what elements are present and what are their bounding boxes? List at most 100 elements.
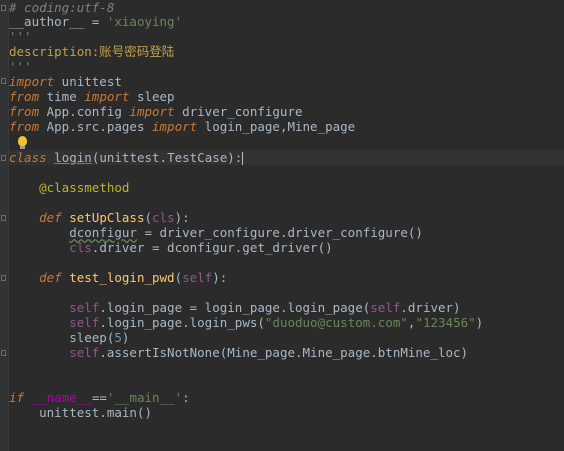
code-token: def bbox=[39, 270, 62, 285]
code-token: self bbox=[69, 345, 100, 360]
code-token: '__main__' bbox=[106, 390, 183, 405]
code-token: 'xiaoying' bbox=[106, 14, 183, 29]
code-token: ): bbox=[174, 210, 190, 225]
code-token: ) bbox=[475, 315, 484, 330]
code-line[interactable]: ''' bbox=[9, 29, 564, 44]
code-line[interactable]: __author__ = 'xiaoying' bbox=[9, 14, 564, 29]
lightbulb-icon[interactable] bbox=[18, 136, 27, 149]
code-token: self bbox=[69, 300, 100, 315]
code-token: cls bbox=[152, 210, 175, 225]
code-token: sleep bbox=[129, 89, 175, 104]
code-line[interactable]: if __name__=='__main__': bbox=[9, 390, 564, 405]
code-line[interactable]: import unittest bbox=[9, 74, 564, 89]
code-token: setUpClass bbox=[69, 210, 145, 225]
code-token: description:账号密码登陆 bbox=[9, 44, 175, 59]
code-line[interactable] bbox=[9, 165, 564, 180]
code-token: == bbox=[91, 390, 107, 405]
code-token: "123456" bbox=[415, 315, 476, 330]
code-token: import bbox=[129, 104, 175, 119]
code-line[interactable] bbox=[9, 285, 564, 300]
fold-marker[interactable] bbox=[1, 155, 6, 161]
text-cursor bbox=[242, 152, 244, 165]
code-token: class bbox=[9, 150, 47, 165]
gutter bbox=[0, 0, 9, 451]
code-line[interactable]: from App.config import driver_configure bbox=[9, 104, 564, 119]
code-line[interactable]: def test_login_pwd(self): bbox=[9, 270, 564, 285]
code-token: ): bbox=[212, 270, 228, 285]
code-line[interactable] bbox=[9, 255, 564, 270]
code-token: time bbox=[39, 89, 85, 104]
code-line[interactable]: description:账号密码登陆 bbox=[9, 44, 564, 59]
code-token: from bbox=[9, 104, 40, 119]
code-line[interactable]: self.login_page.login_pws("duoduo@custom… bbox=[9, 315, 564, 330]
code-token: ) bbox=[121, 330, 130, 345]
code-token: cls bbox=[69, 240, 92, 255]
code-line[interactable]: sleep(5) bbox=[9, 330, 564, 345]
fold-marker[interactable] bbox=[1, 350, 6, 356]
code-token: import bbox=[152, 119, 198, 134]
code-line[interactable] bbox=[9, 195, 564, 210]
code-token: App.config bbox=[39, 104, 130, 119]
code-line[interactable]: from time import sleep bbox=[9, 89, 564, 104]
code-token: unittest.main() bbox=[9, 405, 152, 420]
code-token: driver_configure bbox=[174, 104, 303, 119]
code-line[interactable]: self.login_page = login_page.login_page(… bbox=[9, 300, 564, 315]
code-line[interactable] bbox=[9, 360, 564, 375]
code-token: from bbox=[9, 89, 40, 104]
code-line[interactable]: self.assertIsNotNone(Mine_page.Mine_page… bbox=[9, 345, 564, 360]
code-token: login bbox=[54, 150, 92, 165]
code-token: test_login_pwd bbox=[69, 270, 175, 285]
code-token: .assertIsNotNone(Mine_page.Mine_page.btn… bbox=[99, 345, 469, 360]
fold-marker[interactable] bbox=[1, 5, 6, 11]
code-token: __author__ = bbox=[9, 14, 107, 29]
code-token: @classmethod bbox=[39, 180, 130, 195]
code-editor[interactable]: # coding:utf-8 __author__ = 'xiaoying' '''… bbox=[0, 0, 564, 451]
code-line[interactable]: @classmethod bbox=[9, 180, 564, 195]
code-token: = driver_configure.driver_configure() bbox=[136, 225, 423, 240]
code-token: import bbox=[84, 89, 130, 104]
code-token: if bbox=[9, 390, 25, 405]
code-token: self bbox=[370, 300, 401, 315]
code-token: ''' bbox=[9, 29, 32, 44]
code-token: .driver) bbox=[400, 300, 461, 315]
code-token: login_page,Mine_page bbox=[197, 119, 356, 134]
code-token: : bbox=[182, 390, 190, 405]
fold-marker[interactable] bbox=[1, 275, 6, 281]
code-line[interactable] bbox=[9, 135, 564, 150]
code-line[interactable]: unittest.main() bbox=[9, 405, 564, 420]
code-token: ( bbox=[174, 270, 183, 285]
code-token: unittest bbox=[54, 74, 122, 89]
code-token: sleep( bbox=[9, 330, 115, 345]
code-token: self bbox=[69, 315, 100, 330]
code-token: ( bbox=[144, 210, 153, 225]
fold-marker[interactable] bbox=[1, 78, 6, 84]
code-line[interactable]: cls.driver = dconfigur.get_driver() bbox=[9, 240, 564, 255]
code-line[interactable]: from App.src.pages import login_page,Min… bbox=[9, 119, 564, 134]
code-line[interactable]: ''' bbox=[9, 59, 564, 74]
code-line[interactable]: class login(unittest.TestCase): bbox=[9, 150, 564, 165]
code-token: App.src.pages bbox=[39, 119, 152, 134]
code-token: from bbox=[9, 119, 40, 134]
code-line[interactable]: def setUpClass(cls): bbox=[9, 210, 564, 225]
code-token: dconfigur bbox=[69, 225, 137, 240]
code-line[interactable]: dconfigur = driver_configure.driver_conf… bbox=[9, 225, 564, 240]
code-token: 5 bbox=[114, 330, 122, 345]
code-token: (unittest.TestCase): bbox=[91, 150, 243, 165]
code-token: __name__ bbox=[31, 390, 92, 405]
code-token: ''' bbox=[9, 59, 32, 74]
code-token: "duoduo@custom.com" bbox=[264, 315, 408, 330]
fold-marker[interactable] bbox=[1, 215, 6, 221]
code-token: .login_page = login_page.login_page( bbox=[99, 300, 371, 315]
code-line[interactable]: # coding:utf-8 bbox=[9, 0, 564, 15]
code-token: def bbox=[39, 210, 62, 225]
code-token: .driver = dconfigur.get_driver() bbox=[91, 240, 333, 255]
code-token: # coding:utf-8 bbox=[9, 0, 115, 15]
code-line[interactable] bbox=[9, 375, 564, 390]
